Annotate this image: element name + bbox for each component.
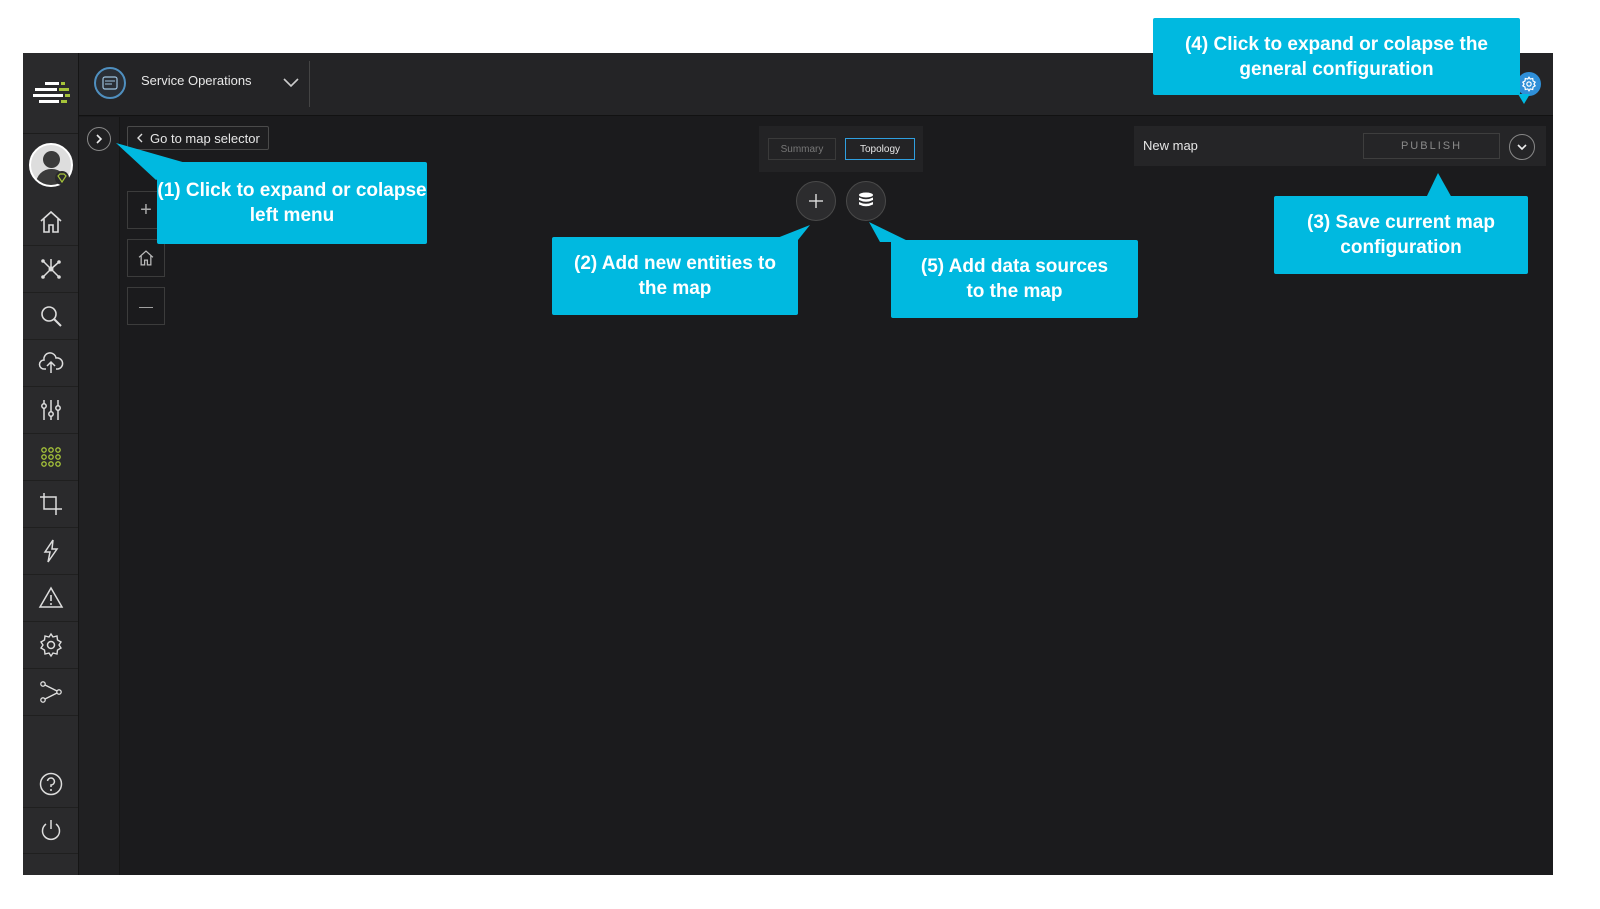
callout-add-entities: (2) Add new entities to the map [552, 237, 798, 315]
callout-general-config: (4) Click to expand or colapse the gener… [1153, 18, 1520, 95]
callout-pointers [116, 94, 1530, 242]
callout-save-config: (3) Save current map configuration [1274, 196, 1528, 274]
callout-add-data-sources: (5) Add data sources to the map [891, 240, 1138, 318]
callout-expand-left-menu: (1) Click to expand or colapse left menu [157, 162, 427, 244]
